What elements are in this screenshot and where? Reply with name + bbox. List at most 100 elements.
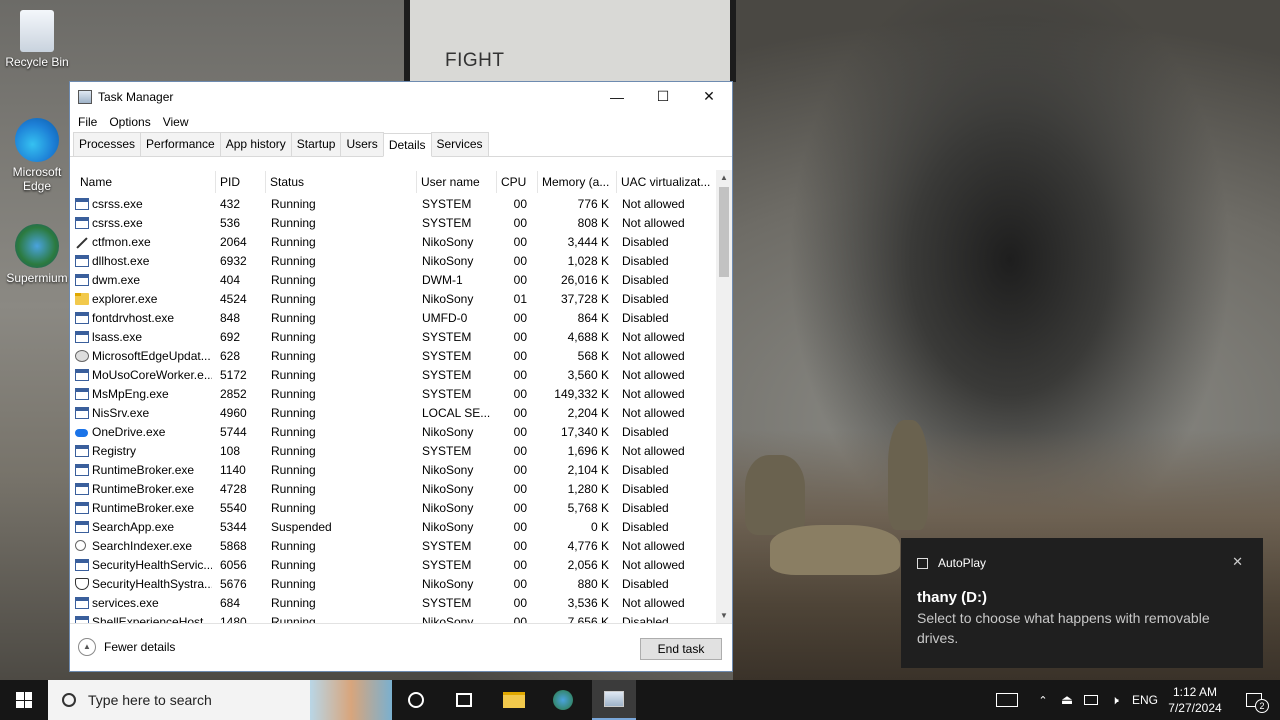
table-row[interactable]: csrss.exe 536 Running SYSTEM 00 808 K Not allo… — [70, 214, 716, 233]
scroll-down-icon[interactable]: ▼ — [716, 608, 732, 624]
cell-uac: Disabled — [622, 311, 669, 325]
tab-details[interactable]: Details — [382, 133, 432, 157]
table-row[interactable]: SecurityHealthServic... 6056 Running SYSTEM… — [70, 556, 716, 575]
table-row[interactable]: services.exe 684 Running SYSTEM 00 3,536 K Not… — [70, 594, 716, 613]
table-row[interactable]: ctfmon.exe 2064 Running NikoSony 00 3,444 K Di… — [70, 233, 716, 252]
task-view-button[interactable] — [444, 680, 484, 720]
cell-name: SearchIndexer.exe — [92, 539, 193, 553]
column-header-status[interactable]: Status — [266, 171, 417, 193]
cortana-button[interactable] — [396, 680, 436, 720]
fewer-details-button[interactable]: ▲ Fewer details — [78, 638, 175, 656]
table-row[interactable]: Registry 108 Running SYSTEM 00 1,696 K Not all… — [70, 442, 716, 461]
cell-mem: 0 K — [590, 520, 609, 534]
tab-app-history[interactable]: App history — [219, 132, 292, 156]
cell-cpu: 00 — [513, 444, 527, 458]
cell-name: csrss.exe — [92, 216, 143, 230]
cell-user: NikoSony — [422, 577, 474, 591]
network-icon[interactable] — [1080, 680, 1102, 720]
supermium-icon — [553, 690, 573, 710]
cell-pid: 5344 — [220, 520, 247, 534]
table-row[interactable]: dllhost.exe 6932 Running NikoSony 00 1,028 K D… — [70, 252, 716, 271]
table-row[interactable]: RuntimeBroker.exe 5540 Running NikoSony 00 5,… — [70, 499, 716, 518]
cell-status: Running — [271, 368, 316, 382]
cell-user: NikoSony — [422, 254, 474, 268]
desktop-icon-edge[interactable]: Microsoft Edge — [1, 118, 73, 193]
vertical-scrollbar[interactable]: ▲ ▼ — [716, 170, 732, 624]
tab-performance[interactable]: Performance — [140, 132, 221, 156]
table-row[interactable]: csrss.exe 432 Running SYSTEM 00 776 K Not allo… — [70, 195, 716, 214]
window-title: Task Manager — [98, 89, 174, 104]
column-header-cpu[interactable]: CPU — [497, 171, 538, 193]
cell-mem: 3,444 K — [567, 235, 609, 249]
column-header-uac[interactable]: UAC virtualizat... — [617, 171, 716, 193]
cell-mem: 2,204 K — [567, 406, 609, 420]
column-header-name[interactable]: Name — [76, 171, 216, 193]
column-header-memory[interactable]: Memory (a... — [538, 171, 617, 193]
title-bar[interactable]: Task Manager — ☐ ✕ — [70, 82, 732, 111]
cell-cpu: 00 — [513, 577, 527, 591]
supermium-taskbar-button[interactable] — [543, 680, 583, 720]
desktop-icon-recycle-bin[interactable]: Recycle Bin — [1, 10, 73, 69]
taskbar-search-box[interactable]: Type here to search — [48, 680, 392, 720]
table-row[interactable]: RuntimeBroker.exe 4728 Running NikoSony 00 1,… — [70, 480, 716, 499]
usb-drive-icon[interactable]: ⏏ — [1056, 680, 1078, 720]
notification-close-icon[interactable]: ✕ — [1232, 554, 1243, 570]
table-row[interactable]: NisSrv.exe 4960 Running LOCAL SE... 00 2,204 … — [70, 404, 716, 423]
tab-services[interactable]: Services — [430, 132, 489, 156]
cell-user: NikoSony — [422, 520, 474, 534]
language-indicator[interactable]: ENG — [1132, 680, 1158, 720]
tab-users[interactable]: Users — [340, 132, 384, 156]
close-button[interactable]: ✕ — [686, 82, 732, 111]
cell-mem: 37,728 K — [560, 292, 609, 306]
minimize-button[interactable]: — — [594, 82, 640, 111]
action-center-button[interactable]: 2 — [1234, 680, 1274, 720]
menu-file[interactable]: File — [72, 115, 103, 129]
clock[interactable]: 1:12 AM 7/27/2024 — [1166, 684, 1224, 716]
table-row[interactable]: RuntimeBroker.exe 1140 Running NikoSony 00 2,… — [70, 461, 716, 480]
desktop-icon-supermium[interactable]: Supermium — [1, 224, 73, 285]
file-explorer-button[interactable] — [494, 680, 534, 720]
scroll-thumb[interactable] — [719, 187, 729, 277]
column-header-pid[interactable]: PID — [216, 171, 266, 193]
table-row[interactable]: lsass.exe 692 Running SYSTEM 00 4,688 K Not al… — [70, 328, 716, 347]
table-row[interactable]: OneDrive.exe 5744 Running NikoSony 00 17,340 … — [70, 423, 716, 442]
keyboard-icon[interactable] — [992, 680, 1022, 720]
cell-pid: 4524 — [220, 292, 247, 306]
table-row[interactable]: SearchIndexer.exe 5868 Running SYSTEM 00 4,77… — [70, 537, 716, 556]
cell-pid: 4960 — [220, 406, 247, 420]
maximize-button[interactable]: ☐ — [640, 82, 686, 111]
cell-uac: Not allowed — [622, 539, 685, 553]
show-hidden-icons-chevron-icon[interactable]: ⌃ — [1032, 680, 1054, 720]
table-row[interactable]: SecurityHealthSystra... 5676 Running NikoSo… — [70, 575, 716, 594]
cell-mem: 864 K — [577, 311, 609, 325]
tab-processes[interactable]: Processes — [73, 132, 142, 156]
scroll-up-icon[interactable]: ▲ — [716, 170, 732, 186]
wallpaper-soldier — [770, 525, 900, 575]
table-row[interactable]: MoUsoCoreWorker.e... 5172 Running SYSTEM 00 3… — [70, 366, 716, 385]
end-task-button[interactable]: End task — [640, 638, 722, 660]
table-row[interactable]: fontdrvhost.exe 848 Running UMFD-0 00 864 K Di… — [70, 309, 716, 328]
volume-muted-icon[interactable]: 🕨 — [1104, 680, 1126, 720]
column-header-user-name[interactable]: User name — [417, 171, 497, 193]
cell-uac: Disabled — [622, 235, 669, 249]
table-row[interactable]: MsMpEng.exe 2852 Running SYSTEM 00 149,332 K N… — [70, 385, 716, 404]
menu-options[interactable]: Options — [103, 115, 156, 129]
autoplay-notification[interactable]: AutoPlay ✕ thany (D:) Select to choose w… — [901, 538, 1263, 668]
cell-uac: Not allowed — [622, 596, 685, 610]
task-manager-taskbar-button[interactable] — [592, 680, 636, 720]
cell-mem: 2,056 K — [567, 558, 609, 572]
table-row[interactable]: MicrosoftEdgeUpdat... 628 Running SYSTEM 00 5… — [70, 347, 716, 366]
cell-user: SYSTEM — [422, 558, 472, 572]
notification-icon: 2 — [1246, 693, 1269, 713]
tab-startup[interactable]: Startup — [290, 132, 342, 156]
table-row[interactable]: SearchApp.exe 5344 Suspended NikoSony 00 0 K D… — [70, 518, 716, 537]
desktop-icon-label: Microsoft Edge — [12, 165, 62, 193]
process-icon — [75, 369, 89, 381]
cell-mem: 776 K — [577, 197, 609, 211]
start-button[interactable] — [0, 680, 48, 720]
menu-view[interactable]: View — [157, 115, 195, 129]
task-manager-window[interactable]: Task Manager — ☐ ✕ File Options View Pro… — [69, 81, 733, 672]
cell-cpu: 00 — [513, 406, 527, 420]
table-row[interactable]: dwm.exe 404 Running DWM-1 00 26,016 K Disabled — [70, 271, 716, 290]
table-row[interactable]: explorer.exe 4524 Running NikoSony 01 37,728 … — [70, 290, 716, 309]
